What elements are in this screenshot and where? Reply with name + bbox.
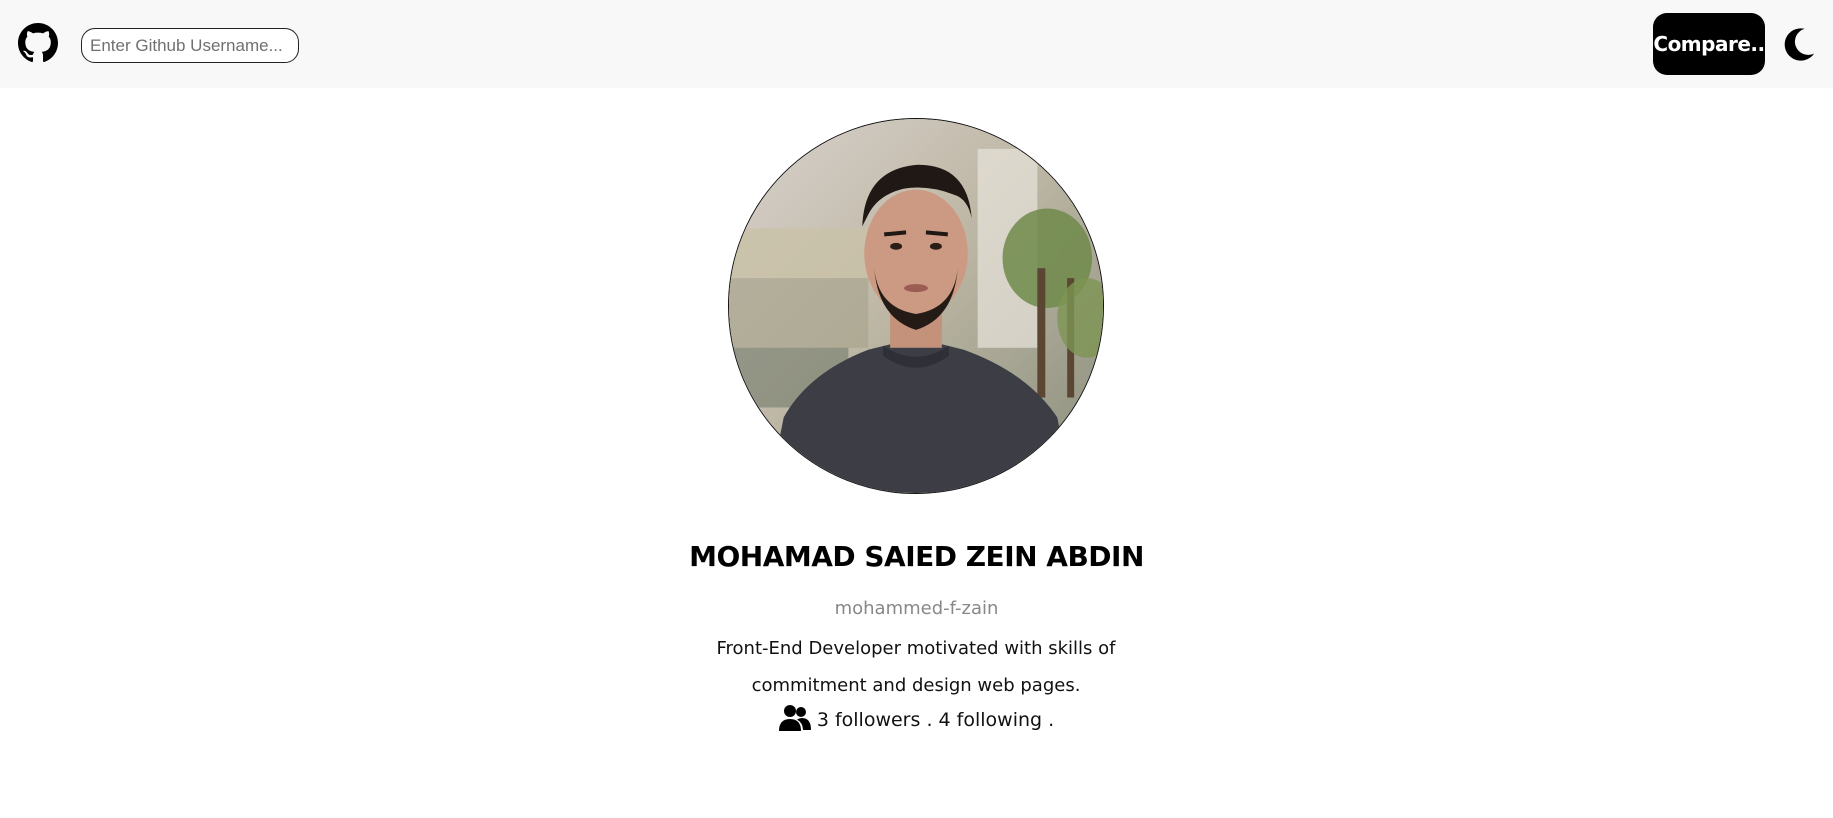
moon-icon[interactable] bbox=[1780, 25, 1818, 63]
followers-label[interactable]: followers bbox=[835, 709, 920, 731]
compare-button[interactable]: Compare.. bbox=[1653, 13, 1765, 75]
username-search-input[interactable] bbox=[81, 28, 299, 63]
avatar bbox=[728, 118, 1104, 494]
users-icon bbox=[778, 704, 811, 732]
profile-username[interactable]: mohammed-f-zain bbox=[0, 598, 1833, 619]
stats-separator-end: . bbox=[1048, 709, 1055, 731]
following-count: 4 bbox=[938, 709, 951, 731]
navbar: Compare.. bbox=[0, 0, 1833, 88]
follow-stats: 3 followers . 4 following . bbox=[0, 704, 1833, 732]
profile-name: MOHAMAD SAIED ZEIN ABDIN bbox=[689, 540, 1144, 573]
followers-count: 3 bbox=[816, 709, 829, 731]
github-icon[interactable] bbox=[18, 23, 58, 63]
following-label[interactable]: following bbox=[957, 709, 1042, 731]
profile-bio: Front-End Developer motivated with skill… bbox=[716, 638, 1116, 696]
stats-separator: . bbox=[926, 709, 933, 731]
